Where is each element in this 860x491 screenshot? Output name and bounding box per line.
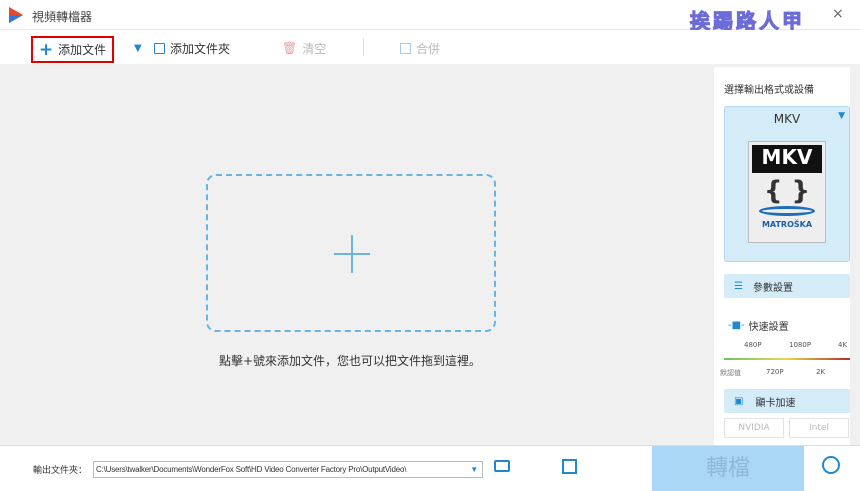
clear-label: 清空 xyxy=(302,41,327,56)
gpu-accel-button[interactable]: ▣ 顯卡加速 xyxy=(724,389,850,413)
video-preview-icon[interactable] xyxy=(562,459,577,474)
right-panel-inner: 選擇輸出格式或設備 MKV ▼ MKV { } MATROŠKA ☰ 參數設置 … xyxy=(714,67,850,445)
chevron-down-icon[interactable]: ▼ xyxy=(470,462,478,477)
quick-settings-text: 快速設置 xyxy=(748,322,789,333)
title-bar: 視頻轉檔器 挨踢路人甲 × xyxy=(0,0,860,34)
format-name: MKV xyxy=(773,112,801,126)
format-selector[interactable]: MKV ▼ MKV { } MATROŠKA xyxy=(724,106,850,262)
quality-slider[interactable] xyxy=(724,358,850,360)
window-title: 視頻轉檔器 xyxy=(32,10,93,24)
chip-icon: ▣ xyxy=(734,395,744,407)
add-folder-button[interactable]: 添加文件夾 xyxy=(154,36,230,60)
output-path-text: C:\Users\twalker\Documents\WonderFox Sof… xyxy=(96,465,407,474)
logo-text-bottom: MATROŠKA xyxy=(761,220,813,229)
drop-area: 點擊+號來添加文件，您也可以把文件拖到這裡。 xyxy=(0,64,710,445)
dropdown-arrow-icon[interactable]: ▼ xyxy=(134,36,142,60)
tick-1080p: 1080P xyxy=(789,341,812,349)
right-panel: 選擇輸出格式或設備 MKV ▼ MKV { } MATROŠKA ☰ 參數設置 … xyxy=(710,64,860,445)
convert-button[interactable]: 轉檔 xyxy=(652,446,804,491)
intel-option[interactable]: Intel xyxy=(789,418,849,438)
merge-label: 合併 xyxy=(416,41,441,56)
logo-ring xyxy=(759,206,815,216)
mkv-logo: MKV { } MATROŠKA xyxy=(748,141,826,243)
add-file-label: 添加文件 xyxy=(58,43,107,57)
add-folder-label: 添加文件夾 xyxy=(170,41,231,56)
merge-icon xyxy=(400,42,411,54)
tick-720p: 720P xyxy=(766,368,784,376)
plus-icon: + xyxy=(38,39,54,60)
slider-icon: -■- xyxy=(728,320,745,331)
folder-icon xyxy=(154,42,165,54)
add-file-dropzone[interactable] xyxy=(206,174,496,332)
tick-default: 默認值 xyxy=(720,369,741,377)
trash-icon: 🗑 xyxy=(282,41,298,55)
params-label: 參數設置 xyxy=(752,282,793,294)
tick-4k: 4K xyxy=(838,341,848,349)
logo-braces: { } xyxy=(763,176,811,206)
sliders-icon: ☰ xyxy=(734,280,743,292)
output-path-field[interactable]: C:\Users\twalker\Documents\WonderFox Sof… xyxy=(93,461,483,478)
output-folder-label: 輸出文件夾： xyxy=(33,466,88,476)
toolbar: + 添加文件 ▼ 添加文件夾 🗑 清空 合併 xyxy=(0,30,860,64)
params-settings-button[interactable]: ☰ 參數設置 xyxy=(724,274,850,298)
merge-button[interactable]: 合併 xyxy=(400,36,440,60)
plus-icon-vertical xyxy=(351,235,353,273)
divider xyxy=(363,38,364,56)
add-file-button[interactable]: + 添加文件 xyxy=(31,36,114,63)
drop-hint: 點擊+號來添加文件，您也可以把文件拖到這裡。 xyxy=(218,354,482,368)
bottom-bar: 輸出文件夾： C:\Users\twalker\Documents\Wonder… xyxy=(0,445,860,491)
app-logo-icon xyxy=(9,7,23,23)
nvidia-option[interactable]: NVIDIA xyxy=(724,418,784,438)
logo-text-top: MKV xyxy=(752,145,822,173)
chevron-down-icon: ▼ xyxy=(838,111,845,121)
quick-settings-label: -■- 快速設置 xyxy=(728,318,789,333)
open-folder-icon[interactable] xyxy=(494,460,510,472)
close-button[interactable]: × xyxy=(832,6,844,22)
gpu-accel-label: 顯卡加速 xyxy=(755,397,796,409)
tick-480p: 480P xyxy=(744,341,762,349)
alarm-clock-icon[interactable] xyxy=(822,456,840,474)
tick-2k: 2K xyxy=(816,368,826,376)
clear-button[interactable]: 🗑 清空 xyxy=(282,36,326,60)
format-heading: 選擇輸出格式或設備 xyxy=(724,85,814,96)
